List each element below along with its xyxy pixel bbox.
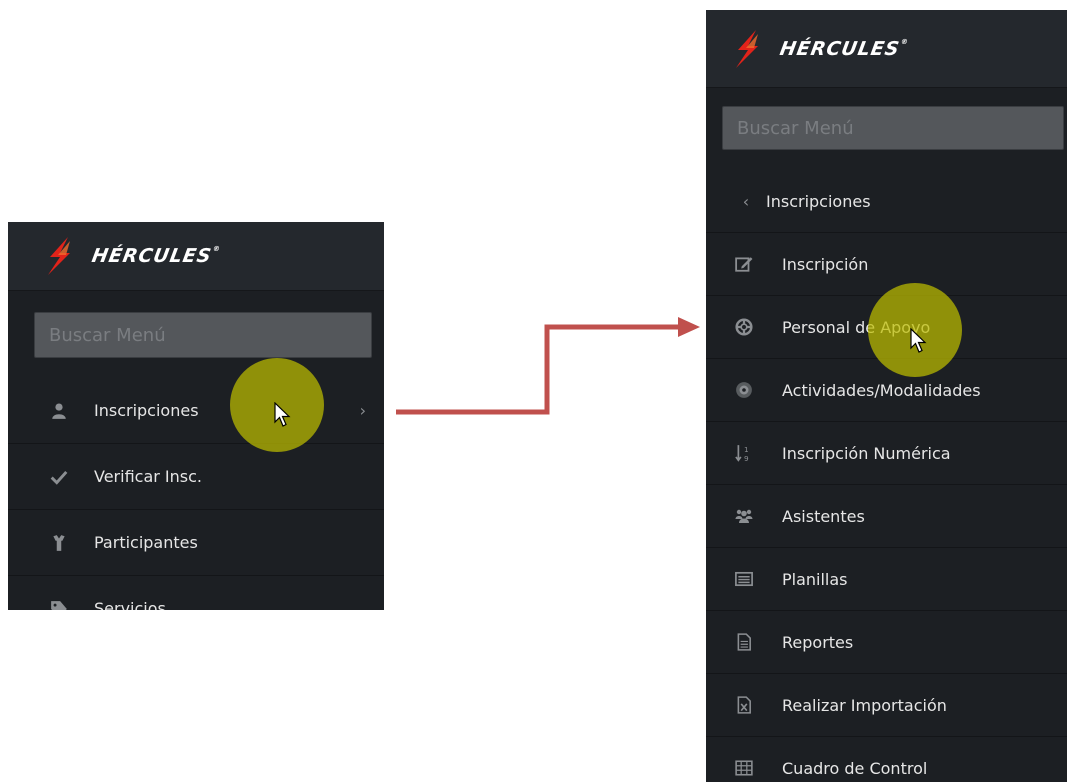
submenu-item-realizar-importacion[interactable]: Realizar Importación <box>706 674 1067 737</box>
person-icon <box>48 532 70 554</box>
users-icon <box>733 505 755 527</box>
sidebar-item-verificar-insc[interactable]: Verificar Insc. <box>8 444 384 510</box>
tag-icon <box>48 598 70 610</box>
sort-numeric-icon: 19 <box>733 442 755 464</box>
sidebar-item-servicios[interactable]: Servicios <box>8 576 384 610</box>
check-icon <box>48 466 70 488</box>
file-excel-icon <box>733 694 755 716</box>
submenu-item-label: Reportes <box>782 632 854 652</box>
submenu-item-actividades[interactable]: Actividades/Modalidades <box>706 359 1067 422</box>
brand-logo-icon <box>48 237 70 275</box>
search-menu-input[interactable] <box>34 312 372 358</box>
sidebar-item-label: Inscripciones <box>94 401 199 420</box>
submenu-item-label: Planillas <box>782 569 848 589</box>
submenu-item-cuadro-de-control[interactable]: Cuadro de Control <box>706 737 1067 782</box>
svg-text:9: 9 <box>744 454 749 462</box>
chevron-right-icon: › <box>359 401 366 420</box>
lifebuoy-icon <box>733 316 755 338</box>
submenu-item-label: Inscripción Numérica <box>782 443 951 463</box>
search-menu-input[interactable] <box>722 106 1064 150</box>
submenu-item-planillas[interactable]: Planillas <box>706 548 1067 611</box>
logo-header: HÉRCULES® <box>706 10 1067 88</box>
brand-logo-icon <box>736 29 758 68</box>
table-icon <box>733 757 755 779</box>
submenu-item-inscripcion-numerica[interactable]: 19 Inscripción Numérica <box>706 422 1067 485</box>
edit-icon <box>733 253 755 275</box>
submenu-item-label: Cuadro de Control <box>782 758 928 778</box>
target-icon <box>733 379 755 401</box>
user-icon <box>48 400 70 422</box>
list-icon <box>733 568 755 590</box>
submenu-item-inscripcion[interactable]: Inscripción <box>706 233 1067 296</box>
submenu-item-label: Actividades/Modalidades <box>782 380 981 400</box>
file-text-icon <box>733 631 755 653</box>
sidebar-item-participantes[interactable]: Participantes <box>8 510 384 576</box>
svg-text:1: 1 <box>744 445 749 454</box>
sidebar-item-label: Verificar Insc. <box>94 467 202 486</box>
brand-name: HÉRCULES® <box>778 37 910 60</box>
submenu-title: Inscripciones <box>766 191 871 211</box>
sidebar-expanded-submenu: HÉRCULES® ‹ Inscripciones Inscripción Pe… <box>706 10 1067 782</box>
logo-header: HÉRCULES® <box>8 222 384 291</box>
submenu-item-label: Personal de Apoyo <box>782 317 931 337</box>
sidebar-item-label: Participantes <box>94 533 198 552</box>
submenu-item-reportes[interactable]: Reportes <box>706 611 1067 674</box>
submenu-item-label: Inscripción <box>782 254 869 274</box>
brand-name: HÉRCULES® <box>90 245 222 267</box>
transition-arrow-icon <box>396 317 700 415</box>
submenu-item-asistentes[interactable]: Asistentes <box>706 485 1067 548</box>
submenu-back-button[interactable]: ‹ Inscripciones <box>706 170 1067 233</box>
submenu-item-label: Asistentes <box>782 506 865 526</box>
sidebar-collapsed-view: HÉRCULES® Inscripciones › Verificar Insc… <box>8 222 384 610</box>
chevron-left-icon: ‹ <box>742 191 750 211</box>
submenu-item-personal-de-apoyo[interactable]: Personal de Apoyo <box>706 296 1067 359</box>
submenu-item-label: Realizar Importación <box>782 695 947 715</box>
sidebar-item-inscripciones[interactable]: Inscripciones › <box>8 378 384 444</box>
sidebar-item-label: Servicios <box>94 599 166 610</box>
